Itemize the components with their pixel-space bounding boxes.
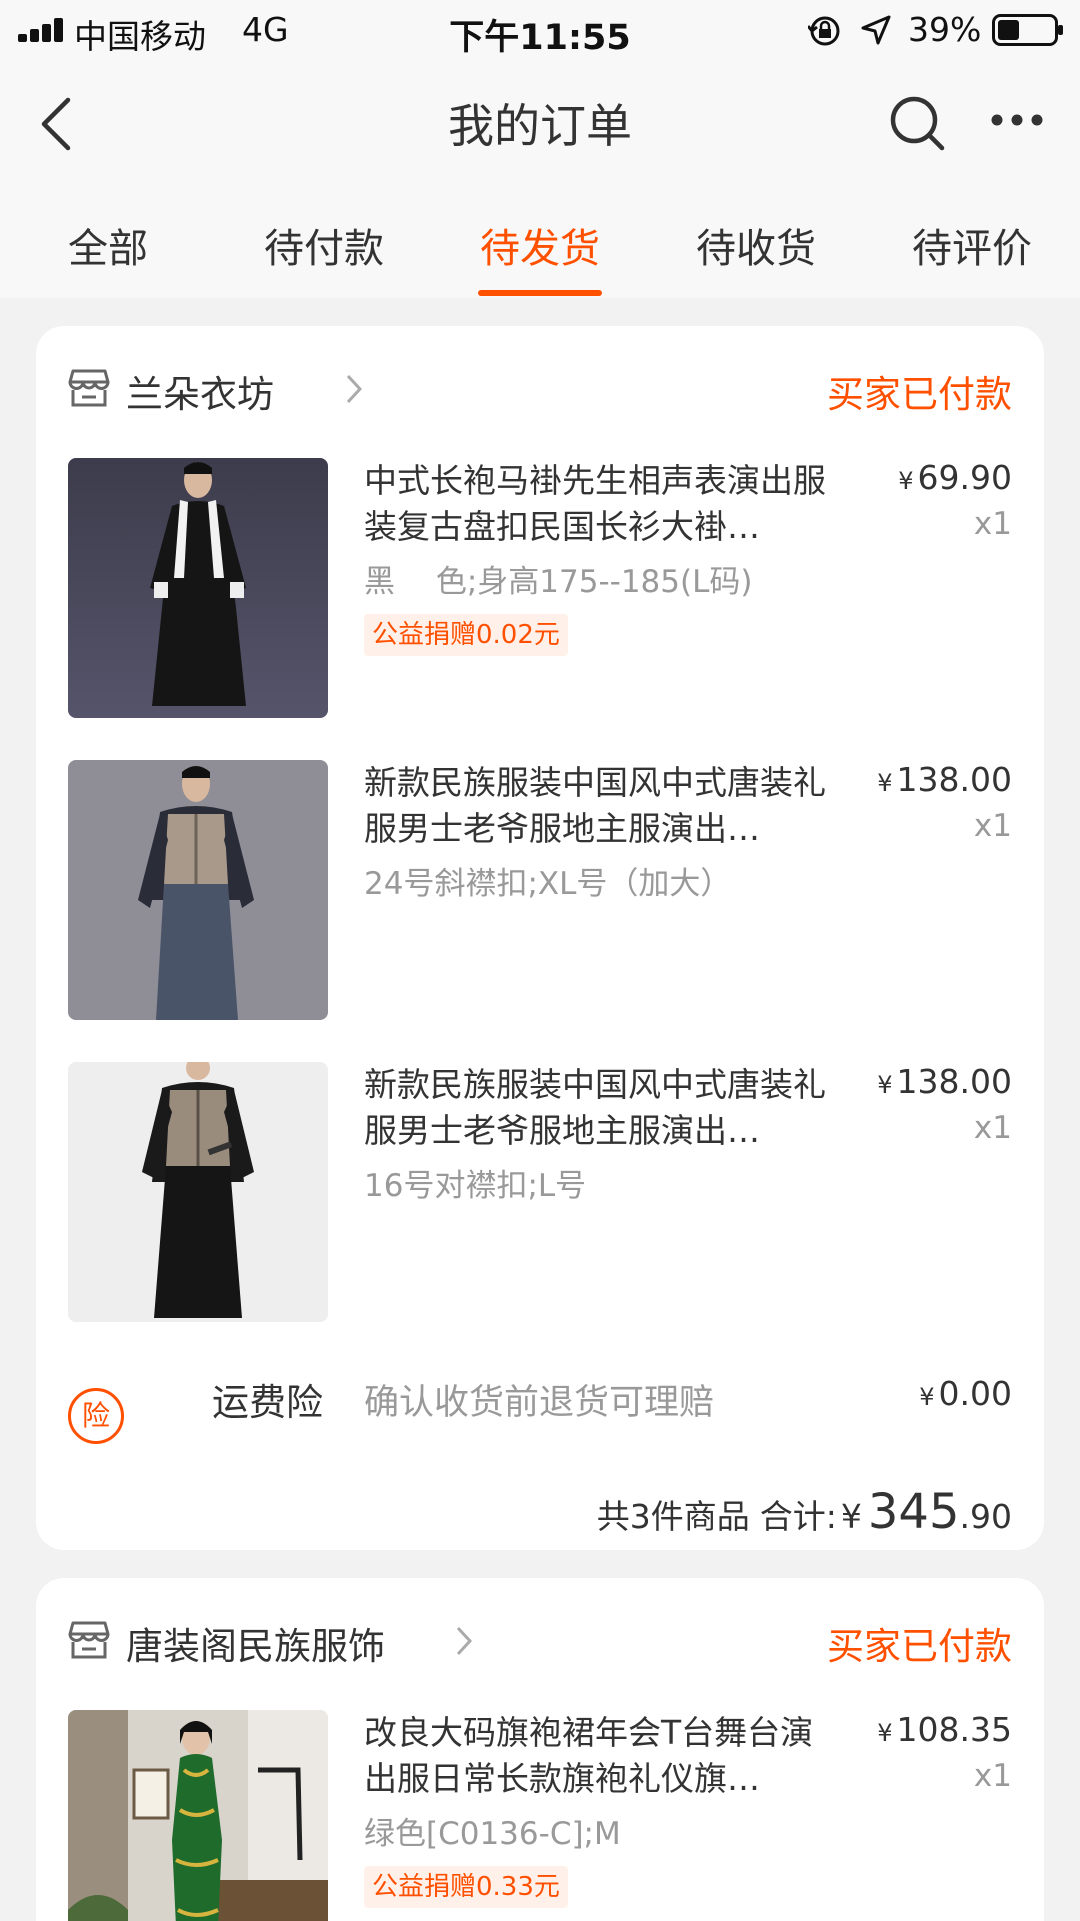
product-spec: 绿色[C0136-C];M	[364, 1816, 621, 1852]
more-icon[interactable]	[990, 112, 1044, 128]
chevron-right-icon	[346, 374, 362, 404]
product-image[interactable]	[68, 458, 328, 718]
donation-badge: 公益捐赠0.02元	[364, 614, 568, 656]
donation-badge: 公益捐赠0.33元	[364, 1866, 568, 1908]
product-title[interactable]: 中式长袍马褂先生相声表演出服装复古盘扣民国长衫大褂…	[364, 458, 834, 550]
shop-header[interactable]: 唐装阁民族服饰 买家已付款	[68, 1616, 1012, 1668]
product-spec: 黑 色;身高175--185(L码)	[364, 564, 753, 600]
insurance-price: ¥0.00	[919, 1374, 1012, 1413]
price-value: 138.00	[896, 1062, 1012, 1101]
product-price: ¥138.00	[877, 760, 1012, 799]
currency-symbol: ¥	[877, 769, 893, 797]
order-card[interactable]: 唐装阁民族服饰 买家已付款 改良大码旗袍裙年会T台舞台演出服日常长款旗袍礼仪旗…	[36, 1578, 1044, 1921]
product-spec: 24号斜襟扣;XL号（加大）	[364, 866, 732, 902]
insurance-icon: 险	[68, 1388, 124, 1444]
product-price: ¥69.90	[898, 458, 1012, 497]
shop-icon	[68, 1621, 110, 1659]
total-integer: 345	[867, 1484, 960, 1540]
currency-symbol: ¥	[877, 1719, 893, 1747]
order-item[interactable]: 新款民族服装中国风中式唐装礼服男士老爷服地主服演出… 16号对襟扣;L号 ¥13…	[68, 1062, 1012, 1322]
price-value: 108.35	[896, 1710, 1012, 1749]
product-title[interactable]: 新款民族服装中国风中式唐装礼服男士老爷服地主服演出…	[364, 1062, 834, 1154]
currency-symbol: ¥	[898, 467, 914, 495]
currency-symbol: ¥	[877, 1071, 893, 1099]
shipping-insurance-row: 险 运费险 确认收货前退货可理赔 ¥0.00	[68, 1372, 1012, 1452]
price-value: 138.00	[896, 760, 1012, 799]
shop-name[interactable]: 兰朵衣坊	[126, 364, 274, 418]
battery-icon	[992, 14, 1063, 46]
status-bar: 中国移动 4G 下午11:55 39%	[0, 0, 1080, 60]
nav-header: 我的订单	[0, 60, 1080, 180]
rotation-lock-icon	[808, 16, 840, 46]
tab-pending-shipment[interactable]: 待发货	[440, 216, 640, 274]
chevron-right-icon	[456, 1626, 472, 1656]
order-item[interactable]: 改良大码旗袍裙年会T台舞台演出服日常长款旗袍礼仪旗… 绿色[C0136-C];M…	[68, 1710, 1012, 1921]
price-value: 0.00	[938, 1374, 1012, 1413]
search-icon[interactable]	[888, 94, 946, 152]
order-total: 共3件商品 合计: ¥345.90	[597, 1484, 1012, 1540]
total-label: 合计:	[759, 1497, 837, 1536]
price-value: 69.90	[917, 458, 1012, 497]
shop-header[interactable]: 兰朵衣坊 买家已付款	[68, 364, 1012, 416]
product-title[interactable]: 改良大码旗袍裙年会T台舞台演出服日常长款旗袍礼仪旗…	[364, 1710, 834, 1802]
order-item[interactable]: 中式长袍马褂先生相声表演出服装复古盘扣民国长衫大褂… 黑 色;身高175--18…	[68, 458, 1012, 718]
battery-percentage: 39%	[908, 10, 982, 49]
order-status: 买家已付款	[827, 1625, 1012, 1668]
tab-all[interactable]: 全部	[8, 216, 208, 274]
total-decimal: .90	[959, 1497, 1012, 1536]
product-image[interactable]	[68, 1710, 328, 1921]
product-quantity: x1	[973, 1110, 1012, 1146]
shop-name[interactable]: 唐装阁民族服饰	[126, 1616, 385, 1670]
currency-symbol: ¥	[840, 1497, 862, 1536]
product-quantity: x1	[973, 1758, 1012, 1794]
shop-icon	[68, 369, 110, 407]
product-image[interactable]	[68, 1062, 328, 1322]
product-title[interactable]: 新款民族服装中国风中式唐装礼服男士老爷服地主服演出…	[364, 760, 834, 852]
item-count: 共3件商品	[596, 1497, 750, 1536]
order-card[interactable]: 兰朵衣坊 买家已付款 中式长袍马褂先生相声表演出服装复古盘扣民国长衫大褂… 黑 …	[36, 326, 1044, 1550]
insurance-label: 运费险	[212, 1381, 323, 1424]
order-status: 买家已付款	[827, 373, 1012, 416]
insurance-description: 确认收货前退货可理赔	[364, 1383, 715, 1423]
product-spec: 16号对襟扣;L号	[364, 1168, 587, 1204]
tab-pending-receipt[interactable]: 待收货	[656, 216, 856, 274]
tab-pending-review[interactable]: 待评价	[872, 216, 1072, 274]
product-quantity: x1	[973, 506, 1012, 542]
active-tab-indicator	[478, 290, 602, 296]
currency-symbol: ¥	[919, 1383, 935, 1411]
product-price: ¥138.00	[877, 1062, 1012, 1101]
order-tabs: 全部 待付款 待发货 待收货 待评价	[0, 180, 1080, 298]
product-image[interactable]	[68, 760, 328, 1020]
product-quantity: x1	[973, 808, 1012, 844]
tab-pending-payment[interactable]: 待付款	[224, 216, 424, 274]
product-price: ¥108.35	[877, 1710, 1012, 1749]
location-arrow-icon	[861, 15, 891, 45]
order-item[interactable]: 新款民族服装中国风中式唐装礼服男士老爷服地主服演出… 24号斜襟扣;XL号（加大…	[68, 760, 1012, 1020]
